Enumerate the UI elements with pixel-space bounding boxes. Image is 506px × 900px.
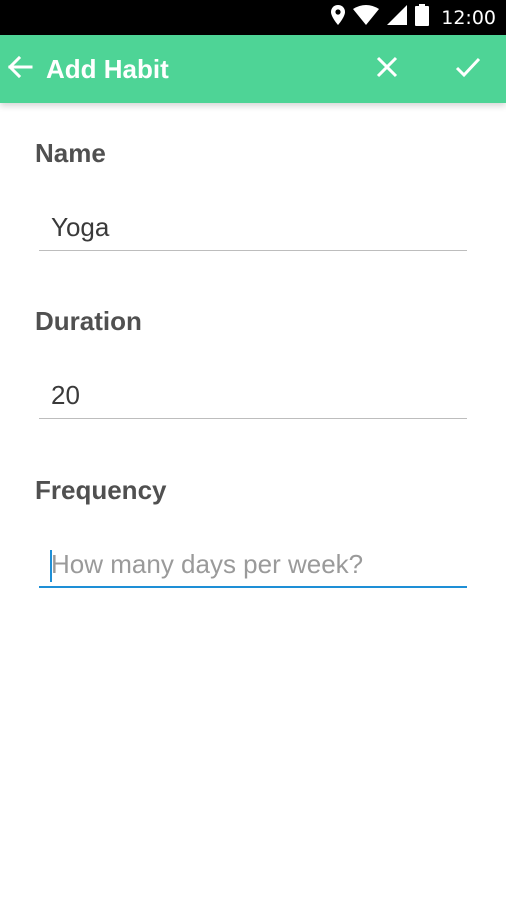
arrow-back-icon [7, 55, 33, 84]
app-bar: Add Habit [0, 35, 506, 103]
status-bar: 12:00 [0, 0, 506, 35]
frequency-label: Frequency [35, 475, 167, 505]
signal-icon [387, 5, 408, 30]
status-time: 12:00 [441, 6, 496, 29]
duration-label: Duration [35, 306, 142, 336]
name-label: Name [35, 138, 106, 168]
check-icon [455, 56, 481, 83]
duration-field[interactable] [39, 373, 467, 419]
frequency-field[interactable] [39, 542, 467, 588]
back-button[interactable] [4, 52, 36, 86]
close-button[interactable] [370, 52, 404, 86]
location-icon [331, 5, 346, 30]
text-caret [50, 550, 52, 582]
confirm-button[interactable] [450, 52, 486, 86]
close-icon [376, 56, 398, 83]
page-title: Add Habit [46, 54, 169, 84]
wifi-icon [353, 5, 380, 30]
status-icons: 12:00 [331, 0, 496, 35]
name-field[interactable] [39, 205, 467, 251]
battery-icon [415, 4, 430, 31]
